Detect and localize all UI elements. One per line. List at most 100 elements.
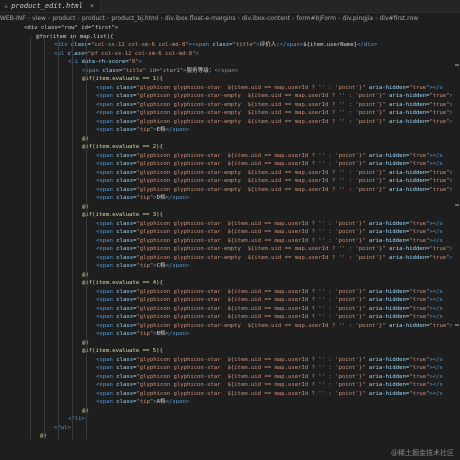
- breadcrumb-item[interactable]: form#bjForm: [297, 15, 337, 22]
- code-line[interactable]: <span class="glyphicon glyphicon-star-em…: [96, 323, 460, 330]
- code-line[interactable]: <span class="glyphicon glyphicon-star ${…: [96, 391, 443, 398]
- code-editor[interactable]: <div class="row" id="first"> @for(item in…: [0, 24, 460, 444]
- code-token: ></s: [429, 297, 443, 303]
- code-line[interactable]: <span class="glyphicon glyphicon-star-em…: [96, 170, 460, 177]
- code-line[interactable]: <div class="col-xs-12 col-sm-6 col-md-8"…: [54, 42, 377, 49]
- code-token: <span: [96, 178, 117, 184]
- close-icon[interactable]: ×: [90, 0, 94, 12]
- code-token: >: [138, 59, 143, 65]
- code-token: "true": [409, 161, 430, 167]
- breadcrumb-item[interactable]: product: [52, 15, 75, 22]
- code-line[interactable]: <span class="glyphicon glyphicon-star ${…: [96, 365, 443, 372]
- code-line[interactable]: </li>: [68, 416, 85, 423]
- code-line[interactable]: <span class="glyphicon glyphicon-star-em…: [96, 187, 460, 194]
- code-line[interactable]: <span class="glyphicon glyphicon-star ${…: [96, 161, 443, 168]
- breadcrumb-item[interactable]: view: [32, 15, 46, 22]
- code-line[interactable]: @if(item.evaluate == 4){: [82, 280, 163, 287]
- code-line[interactable]: <span class="glyphicon glyphicon-star-em…: [96, 178, 460, 185]
- code-token: "true": [409, 356, 430, 363]
- code-token: aria-hidden=: [385, 246, 430, 252]
- code-token: <span: [96, 152, 117, 159]
- breadcrumb-item[interactable]: div.ibox-content: [242, 15, 290, 22]
- code-token: class=: [116, 161, 137, 167]
- code-line[interactable]: @if(item.evaluate == 5){: [82, 348, 163, 355]
- code-token: <span: [96, 382, 117, 388]
- code-line[interactable]: <span class="tip">E档</span>: [96, 127, 189, 134]
- code-token: "true": [429, 110, 450, 116]
- code-token: "true": [409, 288, 430, 295]
- code-line[interactable]: <span class="glyphicon glyphicon-star ${…: [96, 229, 443, 236]
- code-token: <span: [96, 169, 117, 176]
- code-token: "glyphicon glyphicon-star ${item.uid == …: [136, 161, 366, 167]
- code-line[interactable]: <span class="glyphicon glyphicon-star ${…: [96, 153, 443, 160]
- code-token: "glyphicon glyphicon-star-empty ${item.u…: [136, 169, 386, 176]
- code-token: aria-hidden=: [385, 110, 430, 116]
- code-token: 评价人:: [259, 42, 280, 48]
- code-line[interactable]: <span class="glyphicon glyphicon-star ${…: [96, 221, 443, 228]
- code-line[interactable]: <span class="glyphicon glyphicon-star-em…: [96, 246, 460, 253]
- code-line[interactable]: <span class="glyphicon glyphicon-star ${…: [96, 314, 443, 321]
- code-token: </span>: [165, 399, 190, 405]
- code-line[interactable]: <span class="tip">D档</span>: [96, 195, 189, 202]
- code-line[interactable]: <ul class="pf col-xs-12 col-sm-6 col-md-…: [54, 51, 199, 58]
- code-line[interactable]: @for(item in map.list){: [36, 34, 113, 41]
- breadcrumb-item[interactable]: WEB-INF: [0, 15, 26, 22]
- code-line[interactable]: <span class="glyphicon glyphicon-star ${…: [96, 374, 443, 381]
- code-token: class=: [116, 152, 137, 159]
- code-line[interactable]: <span class="tip">C档</span>: [96, 263, 189, 270]
- code-line[interactable]: <span class="glyphicon glyphicon-star-em…: [96, 255, 460, 262]
- code-token: <span: [96, 399, 117, 405]
- code-line[interactable]: <span class="glyphicon glyphicon-star ${…: [96, 289, 443, 296]
- code-token: "true": [409, 382, 430, 388]
- code-line[interactable]: </ul>: [54, 425, 71, 432]
- code-token: "true": [429, 169, 450, 176]
- code-token: <span: [96, 101, 117, 108]
- code-line[interactable]: <span class="glyphicon glyphicon-star-em…: [96, 110, 460, 117]
- code-line[interactable]: <span class="glyphicon glyphicon-star-em…: [96, 119, 460, 126]
- code-token: aria-hidden=: [365, 305, 410, 312]
- code-token: aria-hidden=: [385, 178, 430, 184]
- code-token: class=: [116, 305, 137, 312]
- code-token: "glyphicon glyphicon-star-empty ${item.u…: [136, 178, 386, 184]
- breadcrumb-item[interactable]: div.ibox.float-e-margins: [165, 15, 236, 22]
- code-line[interactable]: @if(item.evaluate == 3){: [82, 212, 163, 219]
- code-token: class=: [116, 220, 137, 227]
- editor-tab[interactable]: ☕ product_edit.html ×: [0, 0, 102, 12]
- breadcrumb-item[interactable]: div.pingjia: [343, 15, 374, 22]
- code-line[interactable]: <div class="row" id="first">: [24, 25, 118, 32]
- breadcrumb-separator: ›: [375, 15, 378, 22]
- code-token: aria-hidden=: [385, 169, 430, 176]
- code-line[interactable]: <span class="glyphicon glyphicon-star ${…: [96, 382, 443, 389]
- code-token: "true": [409, 365, 430, 371]
- code-line[interactable]: <span class="glyphicon glyphicon-star ${…: [96, 238, 443, 245]
- breadcrumb-item[interactable]: product: [82, 15, 105, 22]
- code-token: "title" id="star1": [122, 67, 184, 74]
- code-token: "tip": [136, 127, 154, 133]
- code-token: "true": [409, 305, 430, 312]
- code-token: "true": [409, 314, 430, 320]
- code-line[interactable]: <span class="glyphicon glyphicon-star ${…: [96, 85, 443, 92]
- code-token: "true": [429, 93, 450, 99]
- code-line[interactable]: <span class="title" id="star1">服务等级：</sp…: [82, 68, 238, 75]
- code-line[interactable]: <span class="tip">A档</span>: [96, 399, 189, 406]
- code-line[interactable]: <span class="glyphicon glyphicon-star-em…: [96, 93, 460, 100]
- code-line[interactable]: @if(item.evaluate == 2){: [82, 144, 163, 151]
- code-token: "true": [409, 373, 430, 380]
- code-line[interactable]: @if(item.evaluate == 1){: [82, 76, 163, 83]
- code-line[interactable]: <span class="glyphicon glyphicon-star ${…: [96, 306, 443, 313]
- breadcrumb-item[interactable]: div#first.row: [380, 15, 419, 22]
- code-line[interactable]: <span class="glyphicon glyphicon-star-em…: [96, 102, 460, 109]
- code-token: </span>: [165, 263, 190, 269]
- scrollbar[interactable]: [452, 24, 460, 444]
- scroll-marker: [455, 324, 459, 326]
- code-token: "title": [232, 42, 257, 48]
- code-token: class=: [116, 390, 137, 397]
- breadcrumb-item[interactable]: product_bj.html: [111, 15, 158, 22]
- code-line[interactable]: <span class="tip">B档</span>: [96, 331, 189, 338]
- code-token: "tip": [136, 331, 154, 337]
- code-line[interactable]: <li data-rh-score="0">: [68, 59, 142, 66]
- code-token: aria-hidden=: [365, 237, 410, 244]
- code-token: B档: [156, 331, 166, 337]
- code-line[interactable]: <span class="glyphicon glyphicon-star ${…: [96, 357, 443, 364]
- code-line[interactable]: <span class="glyphicon glyphicon-star ${…: [96, 297, 443, 304]
